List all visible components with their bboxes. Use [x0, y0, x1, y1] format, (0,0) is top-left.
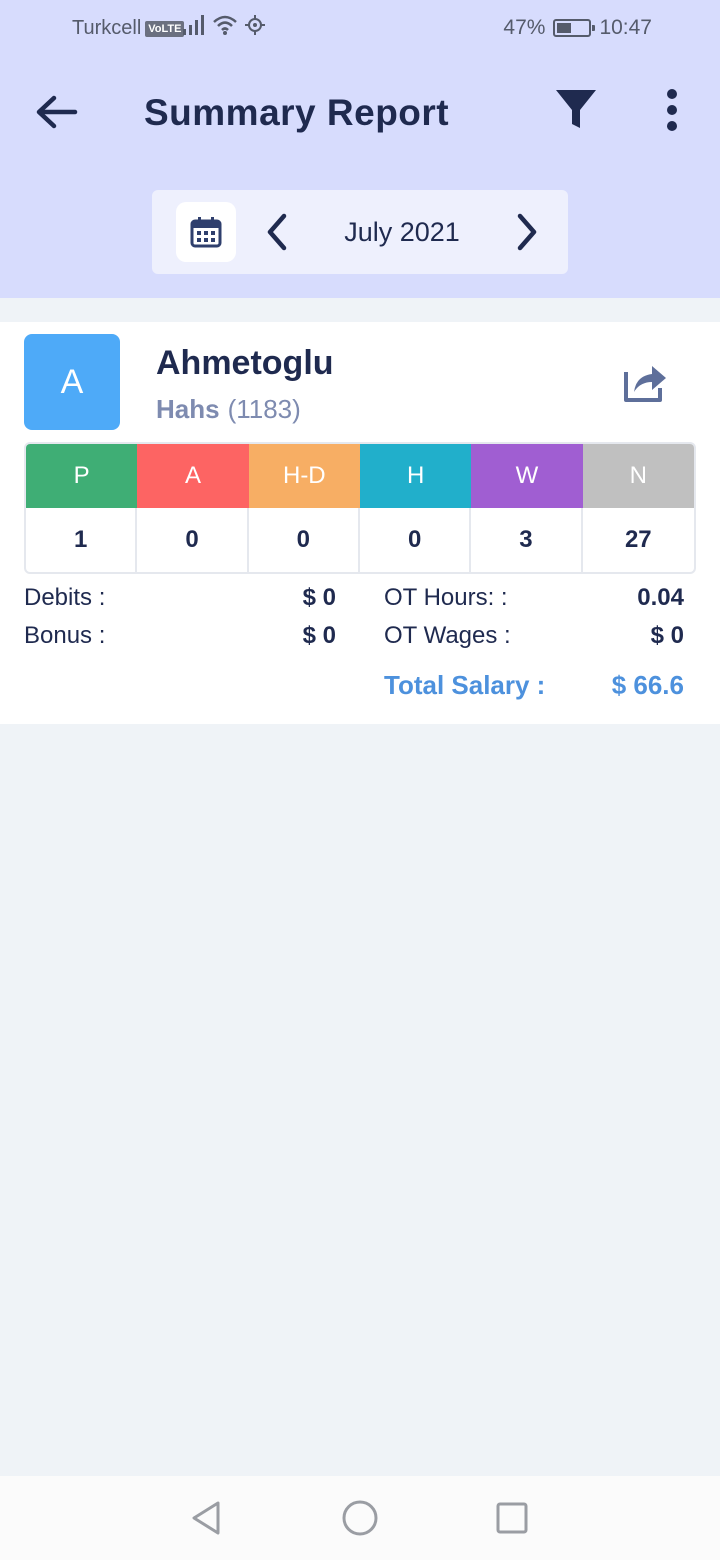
attendance-header-h-d: H-D — [248, 444, 360, 508]
back-arrow-icon — [36, 95, 78, 129]
square-recents-icon — [496, 1502, 528, 1534]
next-month-button[interactable] — [508, 210, 544, 254]
app-bar: Summary Report — [0, 70, 720, 156]
location-icon — [245, 15, 265, 35]
header-area: Turkcell VoLTE 47% 10:47 Summary Report … — [0, 0, 720, 298]
total-salary-value: $ 66.6 — [611, 670, 684, 700]
previous-month-button[interactable] — [260, 210, 296, 254]
signal-icon — [183, 15, 204, 35]
month-selector: July 2021 — [152, 190, 568, 274]
triangle-back-icon — [192, 1501, 220, 1535]
calendar-icon — [190, 217, 222, 248]
more-vert-icon — [667, 121, 677, 131]
filter-button[interactable] — [552, 86, 600, 134]
battery-icon — [553, 19, 596, 37]
carrier-name: Turkcell — [72, 17, 142, 39]
wifi-icon — [213, 15, 237, 35]
filter-icon — [556, 90, 596, 128]
more-vert-icon — [667, 89, 677, 99]
calendar-button[interactable] — [176, 202, 236, 262]
more-vert-icon — [667, 105, 677, 115]
attendance-header-n: N — [582, 444, 694, 508]
nav-recents-button[interactable] — [492, 1498, 532, 1538]
employee-card[interactable]: A Ahmetoglu Hahs (1183) P A H-D H W N 1 0 0 0 3 27 … — [0, 322, 720, 724]
bonus-label: Bonus : — [24, 622, 106, 649]
debits-label: Debits : — [24, 584, 106, 611]
chevron-right-icon — [517, 213, 537, 251]
battery-percent: 47% — [503, 16, 546, 39]
attendance-header-h: H — [359, 444, 472, 508]
ot-wages-value: $ 0 — [650, 622, 684, 649]
attendance-value-w: 3 — [471, 508, 583, 572]
more-options-button[interactable] — [652, 86, 692, 134]
volte-badge: VoLTE — [145, 20, 185, 37]
employee-department: Hahs — [156, 394, 220, 424]
clock: 10:47 — [599, 16, 652, 39]
ot-hours-value: 0.04 — [637, 584, 684, 611]
total-salary-label: Total Salary : — [384, 670, 546, 700]
circle-home-icon — [342, 1500, 378, 1536]
chevron-left-icon — [267, 213, 287, 251]
attendance-table: P A H-D H W N 1 0 0 0 3 27 — [24, 442, 696, 574]
attendance-value-h-d: 0 — [249, 508, 360, 572]
carrier: Turkcell VoLTE — [72, 17, 185, 40]
debits-value: $ 0 — [302, 584, 336, 611]
attendance-value-n: 27 — [624, 526, 652, 553]
attendance-header-row: P A H-D H W N — [26, 444, 694, 508]
back-button[interactable] — [30, 88, 82, 136]
attendance-header-p: P — [26, 444, 138, 508]
ot-wages-label: OT Wages : — [384, 622, 511, 649]
attendance-value-h: 0 — [360, 508, 472, 572]
employee-name: Ahmetoglu — [156, 344, 334, 382]
attendance-value-p: 1 — [26, 508, 138, 572]
status-icons — [182, 14, 266, 36]
attendance-value-a: 0 — [137, 508, 249, 572]
attendance-header-a: A — [137, 444, 249, 508]
status-right: 47% 10:47 — [503, 16, 652, 40]
employee-subtitle: Hahs (1183) — [156, 394, 301, 425]
share-icon — [624, 366, 666, 402]
employee-code: (1183) — [227, 394, 301, 424]
status-bar: Turkcell VoLTE 47% 10:47 — [0, 0, 720, 56]
avatar: A — [24, 334, 120, 430]
attendance-header-w: W — [471, 444, 583, 508]
nav-back-button[interactable] — [186, 1498, 226, 1538]
attendance-value-row: 1 0 0 0 3 27 — [26, 508, 694, 572]
share-button[interactable] — [620, 356, 670, 406]
page-title: Summary Report — [144, 92, 450, 133]
system-nav-bar — [0, 1476, 720, 1560]
month-label: July 2021 — [344, 217, 460, 247]
ot-hours-label: OT Hours: : — [384, 584, 508, 611]
nav-home-button[interactable] — [340, 1498, 380, 1538]
bonus-value: $ 0 — [302, 622, 336, 649]
